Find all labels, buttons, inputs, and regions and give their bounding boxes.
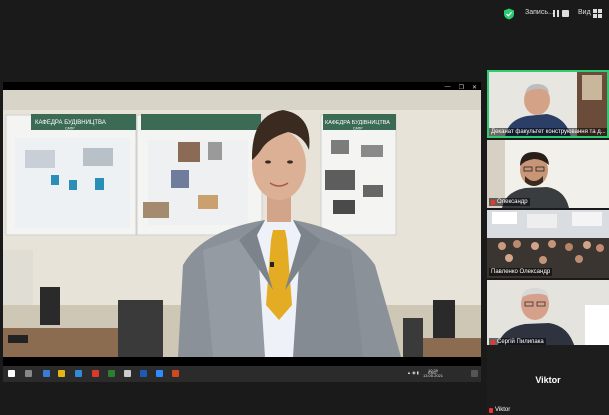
app-icon[interactable]	[124, 370, 131, 377]
mic-muted-icon	[489, 407, 493, 413]
excel-icon[interactable]	[108, 370, 115, 377]
taskbar-clock[interactable]: 10:29 13.05.2021	[423, 368, 443, 378]
participant-name: Павленко Олександр	[491, 269, 551, 275]
tray-icons[interactable]: ▲ ◉ ▮	[407, 370, 419, 375]
mic-muted-icon	[491, 199, 495, 205]
notifications-icon[interactable]	[471, 370, 478, 377]
view-menu-button[interactable]: Вид	[578, 9, 591, 16]
mic-muted-icon	[491, 339, 495, 345]
start-icon[interactable]	[8, 370, 15, 377]
video-frame: КАФЕДРА БУДІВНИЦТВА САПР КАФЕДРА БУДІВНИ…	[3, 90, 481, 357]
participant-tile[interactable]: Деканат факультет конструювання та д...	[487, 70, 609, 138]
word-icon[interactable]	[140, 370, 147, 377]
participant-name: Деканат факультет конструювання та д...	[491, 129, 606, 135]
edge-icon[interactable]	[43, 370, 50, 377]
participant-tile[interactable]: Олександр	[487, 140, 609, 208]
participant-name: Олександр	[497, 199, 528, 205]
store-icon[interactable]	[75, 370, 82, 377]
stop-recording-icon[interactable]	[562, 10, 569, 17]
banner-right-sub: САПР	[353, 127, 363, 131]
participant-name-label: Павленко Олександр	[489, 268, 553, 276]
banner-left-sub: САПР	[65, 127, 75, 131]
participant-tile[interactable]: Сергій Пилипака	[487, 280, 609, 348]
zoom-icon[interactable]	[156, 370, 163, 377]
folder-icon[interactable]	[58, 370, 65, 377]
participant-name-label: Олександр	[489, 198, 530, 206]
participant-name-label: Деканат факультет конструювання та д...	[489, 128, 607, 136]
shared-screen-window[interactable]: — ❐ ✕ КАФЕДРА БУДІВНИЦТВА САПР КАФЕДРА Б…	[3, 82, 481, 382]
participant-tile[interactable]: Павленко Олександр	[487, 210, 609, 278]
participant-name-label: Viktor	[489, 407, 510, 413]
security-shield-icon[interactable]	[503, 8, 515, 20]
chrome-icon[interactable]	[92, 370, 99, 377]
participant-display-name: Viktor	[535, 375, 561, 385]
participant-tile-no-video[interactable]: Viktor Viktor	[487, 345, 609, 415]
banner-right-text: КАФЕДРА БУДІВНИЦТВА	[325, 120, 390, 126]
pause-recording-icon[interactable]	[552, 9, 560, 18]
gallery-view-icon[interactable]	[593, 9, 602, 18]
top-bar: Запись... Вид	[0, 0, 609, 28]
windows-taskbar: ▲ ◉ ▮ ENG 10:29 13.05.2021	[3, 366, 481, 382]
banner-left-text: КАФЕДРА БУДІВНИЦТВА	[35, 120, 106, 126]
recording-label: Запись...	[525, 9, 554, 16]
search-icon[interactable]	[25, 370, 32, 377]
shared-video: КАФЕДРА БУДІВНИЦТВА САПР КАФЕДРА БУДІВНИ…	[3, 90, 481, 357]
media-player-icon[interactable]	[172, 370, 179, 377]
participant-name: Viktor	[495, 407, 511, 413]
clock-date: 13.05.2021	[422, 373, 443, 378]
